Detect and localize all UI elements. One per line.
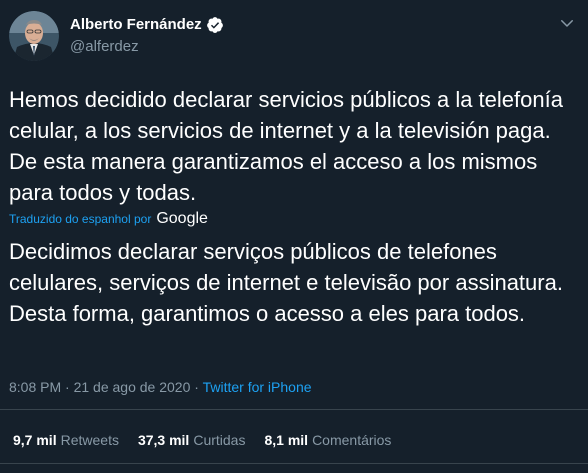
- comments-stat[interactable]: 8,1 mil Comentários: [264, 430, 391, 450]
- translated-by-label: Traduzido do espanhol por: [9, 212, 152, 226]
- tweet-card: Alberto Fernández @alferdez Hemos decidi…: [0, 0, 588, 473]
- divider: [0, 409, 588, 410]
- avatar[interactable]: [9, 11, 59, 61]
- author-names: Alberto Fernández @alferdez: [70, 15, 224, 57]
- comments-label: Comentários: [312, 432, 392, 448]
- tweet-text-translated: Decidimos declarar serviços públicos de …: [9, 239, 563, 326]
- chevron-down-icon[interactable]: [558, 14, 576, 32]
- meta-separator: ·: [61, 379, 74, 395]
- retweets-stat[interactable]: 9,7 mil Retweets: [13, 430, 119, 450]
- tweet-time[interactable]: 8:08 PM: [9, 379, 61, 395]
- tweet-stats: 9,7 mil Retweets 37,3 mil Curtidas 8,1 mil…: [13, 430, 410, 450]
- tweet-date[interactable]: 21 de ago de 2020: [74, 379, 191, 395]
- divider: [0, 463, 588, 464]
- tweet-source-link[interactable]: Twitter for iPhone: [203, 379, 312, 395]
- name-row: Alberto Fernández: [70, 15, 224, 35]
- author-display-name[interactable]: Alberto Fernández: [70, 15, 202, 35]
- likes-count: 37,3 mil: [137, 432, 190, 448]
- tweet-text-original: Hemos decidido declarar servicios públic…: [9, 87, 563, 205]
- translation-attribution[interactable]: Traduzido do espanhol por Google: [9, 209, 208, 229]
- tweet-header: Alberto Fernández @alferdez: [9, 11, 224, 61]
- likes-label: Curtidas: [193, 432, 246, 448]
- comments-count: 8,1 mil: [264, 432, 309, 448]
- likes-stat[interactable]: 37,3 mil Curtidas: [138, 430, 246, 450]
- meta-separator: ·: [190, 379, 203, 395]
- retweets-label: Retweets: [60, 432, 119, 448]
- avatar-image: [9, 11, 59, 61]
- author-handle[interactable]: @alferdez: [70, 37, 224, 57]
- retweets-count: 9,7 mil: [13, 432, 57, 448]
- tweet-meta: 8:08 PM · 21 de ago de 2020 · Twitter fo…: [9, 377, 312, 397]
- google-logo: Google: [156, 210, 208, 227]
- verified-badge-icon: [206, 16, 224, 34]
